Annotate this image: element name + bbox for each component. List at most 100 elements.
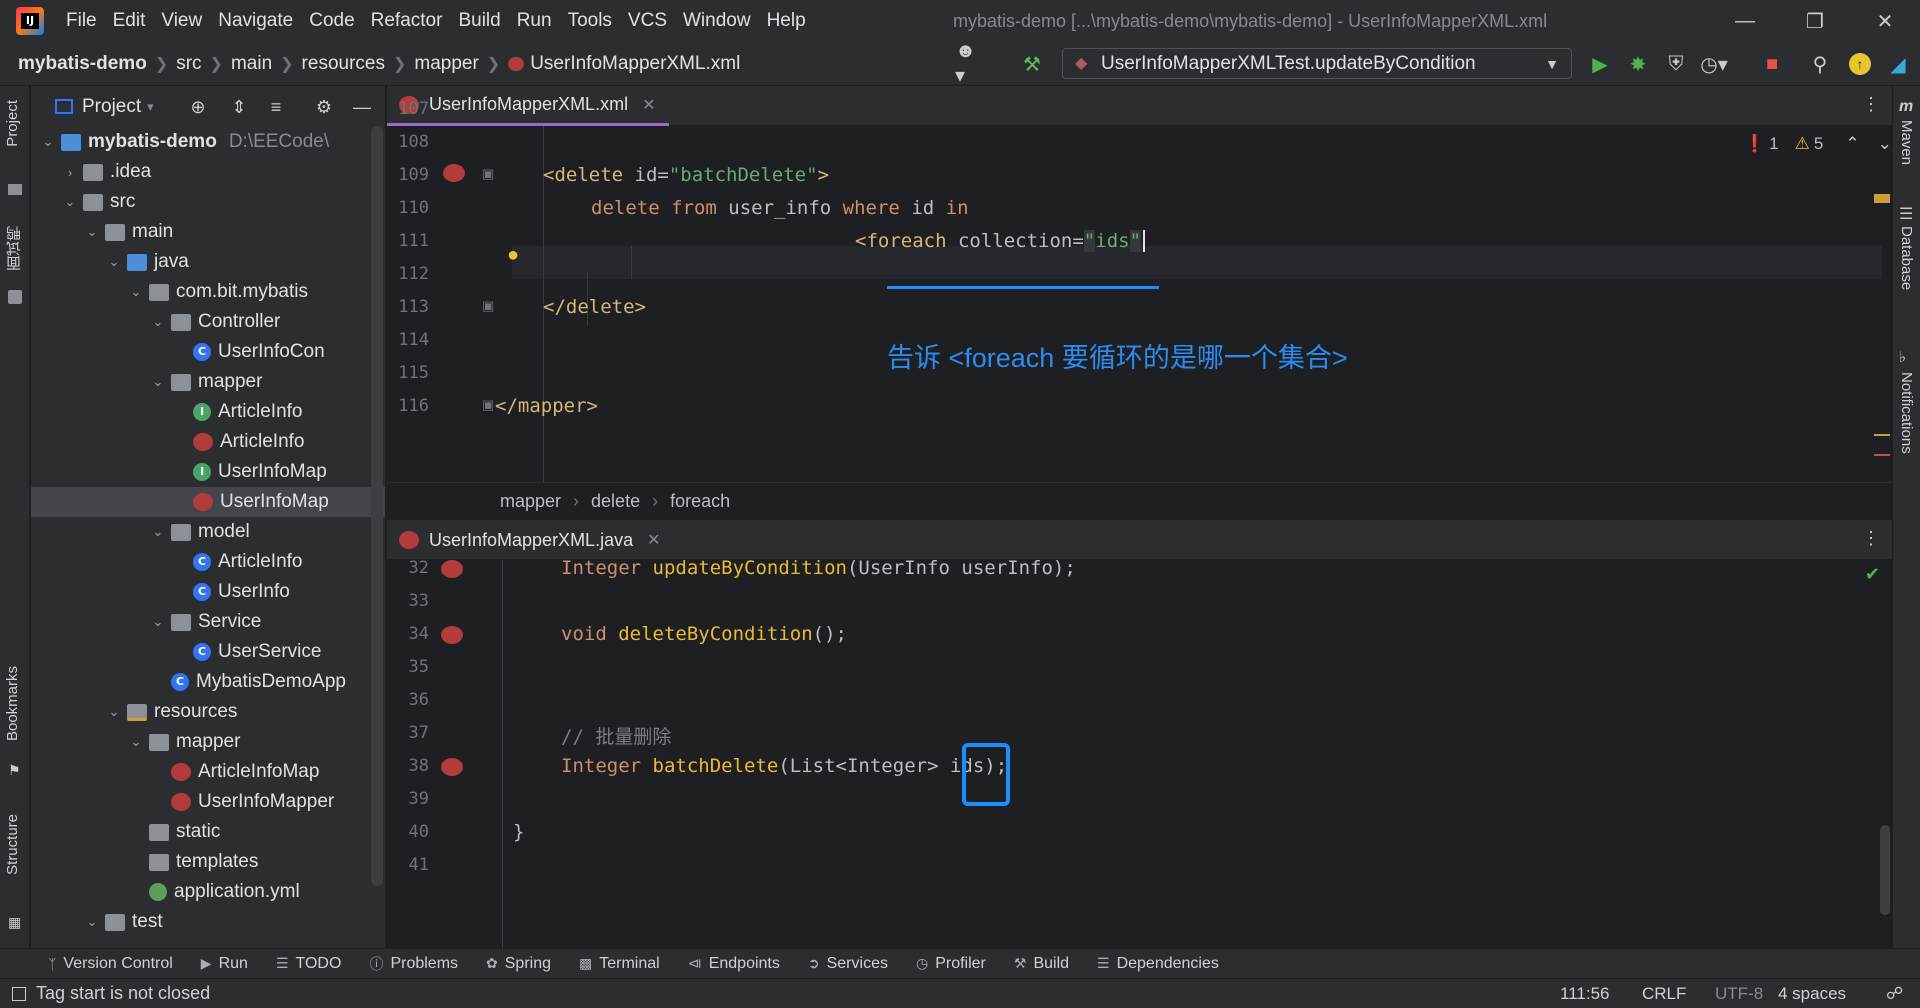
stop-icon[interactable]: ■ [1758, 50, 1786, 78]
editor-crumb-delete[interactable]: delete [591, 491, 640, 512]
caret-position[interactable]: 111:56 [1560, 984, 1609, 1004]
warning-stripe-marker[interactable] [1874, 434, 1890, 436]
tree-item[interactable]: C ArticleInfo [31, 547, 385, 577]
tree-item[interactable]: ⌄ model [31, 517, 385, 547]
fold-icon[interactable]: ▣ [482, 166, 494, 182]
build-tool-button[interactable]: ⚒ Build [1014, 955, 1069, 973]
chevron-down-icon[interactable]: ▾ [147, 99, 154, 115]
database-tool-tab[interactable]: Database [1898, 226, 1915, 290]
problems-tool-button[interactable]: ⓘ Problems [369, 954, 458, 974]
chevron-down-icon[interactable]: ⌄ [127, 284, 145, 300]
tree-item[interactable]: UserInfoMap [31, 487, 385, 517]
expand-all-icon[interactable]: ⇕ [226, 94, 252, 120]
tree-item[interactable]: application.yml [31, 877, 385, 907]
tree-item[interactable]: C UserService [31, 637, 385, 667]
spring-tool-button[interactable]: ✿ Spring [486, 955, 551, 973]
user-icon[interactable]: ☻▾ [955, 40, 983, 87]
breadcrumb-resources[interactable]: resources [302, 53, 385, 75]
error-stripe-marker[interactable] [1874, 454, 1890, 456]
locate-icon[interactable]: ⊕ [185, 94, 211, 120]
close-tab-icon[interactable]: ✕ [642, 95, 655, 115]
inspection-widget[interactable]: ❗ 1 ⚠ 5 ⌃ ⌄ [1744, 134, 1892, 154]
tree-item[interactable]: I UserInfoMap [31, 457, 385, 487]
more-options-icon[interactable]: ⋮ [1862, 528, 1880, 549]
lightbulb-icon[interactable]: ● [507, 244, 519, 267]
menu-view[interactable]: View [161, 10, 202, 32]
mybatis-gutter-icon[interactable] [441, 758, 463, 776]
tree-item[interactable]: ⌄ Service [31, 607, 385, 637]
close-tab-icon[interactable]: ✕ [647, 530, 660, 550]
tab-userinfomapperxml-java[interactable]: UserInfoMapperXML.java ✕ [387, 520, 675, 560]
chevron-down-icon[interactable]: ⌄ [149, 314, 167, 330]
build-hammer-icon[interactable]: ⚒ [1018, 50, 1046, 78]
tree-item[interactable]: C UserInfoCon [31, 337, 385, 367]
plugin-tool-tab[interactable]: 面试鸭 [4, 226, 25, 271]
tree-item[interactable]: I ArticleInfo [31, 397, 385, 427]
warning-stripe-marker[interactable] [1874, 194, 1890, 203]
mybatis-gutter-icon[interactable] [441, 560, 463, 578]
fold-icon[interactable]: ▣ [482, 397, 494, 413]
status-toggle-icon[interactable] [12, 986, 26, 1001]
endpoints-tool-button[interactable]: ⧏ Endpoints [688, 955, 780, 973]
notifications-tool-tab[interactable]: Notifications [1898, 372, 1915, 454]
editor-scrollbar[interactable] [1880, 825, 1890, 915]
tab-userinfomapperxml-xml[interactable]: UserInfoMapperXML.xml ✕ [387, 86, 670, 126]
menu-file[interactable]: File [66, 10, 97, 32]
next-highlight-icon[interactable]: ⌄ [1878, 134, 1892, 154]
dependencies-tool-button[interactable]: ☰ Dependencies [1097, 955, 1219, 973]
maven-tool-tab[interactable]: Maven [1898, 120, 1915, 165]
project-tool-tab[interactable]: Project [4, 100, 21, 147]
update-icon[interactable]: ↑ [1846, 50, 1874, 78]
menu-vcs[interactable]: VCS [628, 10, 667, 32]
menu-build[interactable]: Build [458, 10, 500, 32]
chevron-down-icon[interactable]: ⌄ [127, 734, 145, 750]
menu-navigate[interactable]: Navigate [218, 10, 293, 32]
run-icon[interactable]: ▶ [1586, 50, 1614, 78]
profiler-tool-button[interactable]: ◷ Profiler [916, 955, 986, 973]
menu-help[interactable]: Help [767, 10, 806, 32]
breadcrumb-src[interactable]: src [176, 53, 201, 75]
tree-scrollbar[interactable] [371, 126, 383, 886]
tree-item[interactable]: ⌄ java [31, 247, 385, 277]
tree-item[interactable]: ⌄ Controller [31, 307, 385, 337]
breadcrumb-file[interactable]: UserInfoMapperXML.xml [530, 53, 740, 75]
bookmarks-tool-tab[interactable]: Bookmarks [4, 666, 21, 741]
search-icon[interactable]: ⚲ [1806, 50, 1834, 78]
terminal-tool-button[interactable]: ▩ Terminal [579, 955, 660, 973]
previous-highlight-icon[interactable]: ⌃ [1845, 134, 1859, 154]
menu-code[interactable]: Code [309, 10, 354, 32]
tree-item[interactable]: templates [31, 847, 385, 877]
todo-tool-button[interactable]: ☰ TODO [276, 955, 342, 973]
coverage-icon[interactable]: ⛨ [1662, 50, 1690, 78]
menu-edit[interactable]: Edit [113, 10, 146, 32]
close-window-button[interactable]: ✕ [1850, 0, 1920, 42]
version-control-tool-button[interactable]: ᛉ Version Control [48, 955, 173, 973]
chevron-down-icon[interactable]: ⌄ [105, 254, 123, 270]
project-panel-title[interactable]: Project [82, 96, 141, 118]
tree-item[interactable]: ⌄ src [31, 187, 385, 217]
services-tool-button[interactable]: ➲ Services [808, 955, 888, 973]
tree-item[interactable]: static [31, 817, 385, 847]
tree-item[interactable]: ArticleInfo [31, 427, 385, 457]
run-tool-button[interactable]: ▶ Run [201, 955, 248, 973]
menu-run[interactable]: Run [517, 10, 552, 32]
tree-item[interactable]: ⌄ mapper [31, 727, 385, 757]
gear-icon[interactable]: ⚙ [311, 94, 337, 120]
debug-icon[interactable]: ✸ [1624, 50, 1652, 78]
more-options-icon[interactable]: ⋮ [1862, 94, 1880, 115]
chevron-right-icon[interactable]: › [61, 165, 79, 180]
run-configuration-select[interactable]: UserInfoMapperXMLTest.updateByCondition … [1062, 48, 1572, 79]
editor-crumb-foreach[interactable]: foreach [670, 491, 730, 512]
breadcrumb-mapper[interactable]: mapper [414, 53, 478, 75]
tree-item[interactable]: ⌄ com.bit.mybatis [31, 277, 385, 307]
editor-crumb-mapper[interactable]: mapper [500, 491, 561, 512]
structure-tool-tab[interactable]: Structure [4, 814, 21, 875]
tree-item[interactable]: › .idea [31, 157, 385, 187]
tree-item[interactable]: ⌄ test [31, 907, 385, 937]
chevron-down-icon[interactable]: ⌄ [39, 134, 57, 150]
menu-tools[interactable]: Tools [568, 10, 612, 32]
chevron-down-icon[interactable]: ⌄ [149, 374, 167, 390]
line-separator[interactable]: CRLF [1642, 984, 1686, 1004]
tree-item[interactable]: UserInfoMapper [31, 787, 385, 817]
tree-item[interactable]: ⌄ mapper [31, 367, 385, 397]
